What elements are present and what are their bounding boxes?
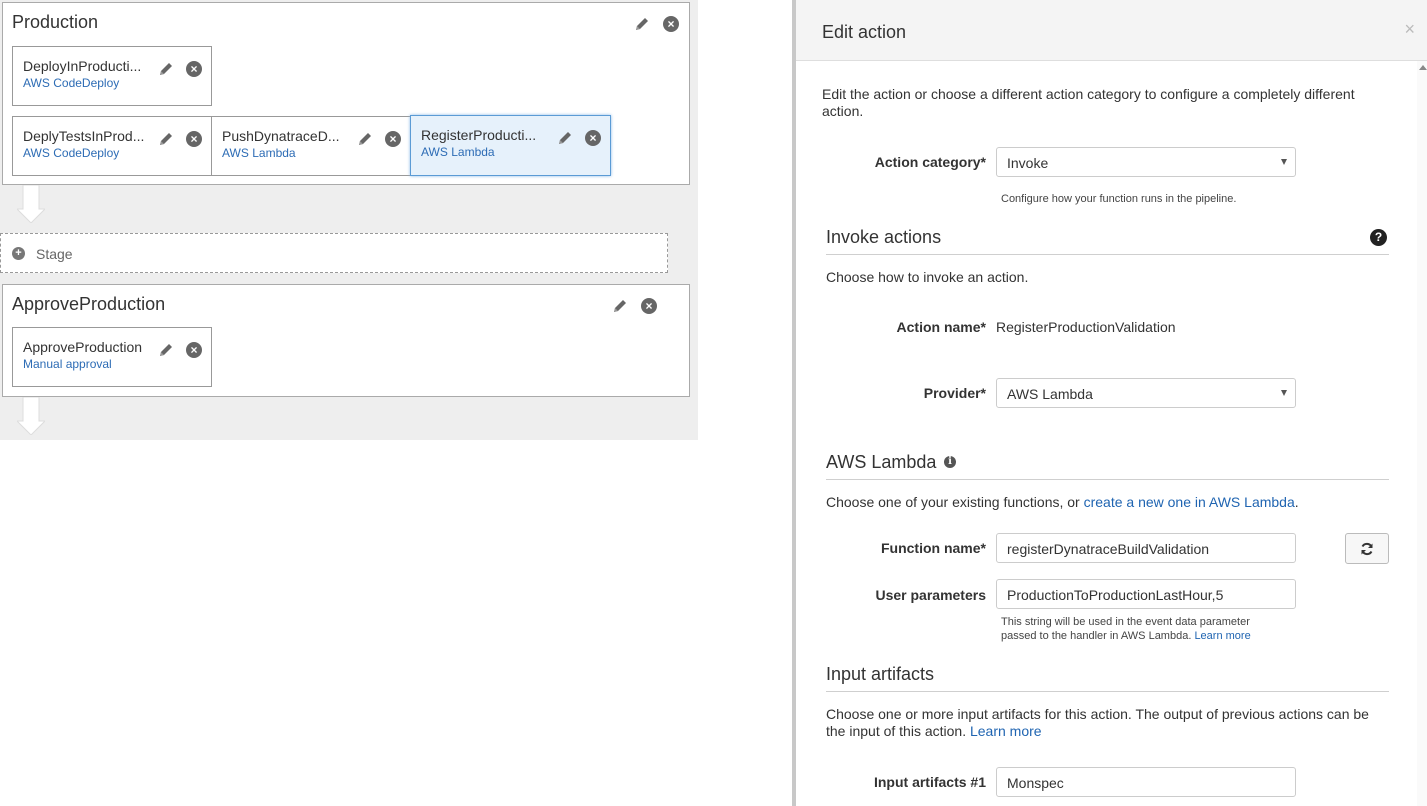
action-provider: AWS CodeDeploy	[23, 146, 120, 160]
stage-title: Production	[12, 12, 99, 32]
stage-approve-production: ApproveProduction × ApproveProduction Ma…	[2, 284, 690, 397]
section-divider	[826, 479, 1389, 480]
flow-arrow-icon	[17, 397, 45, 435]
action-name: DeplyTestsInProd...	[23, 128, 145, 144]
refresh-functions-button[interactable]	[1345, 533, 1389, 564]
edit-action-pencil-icon[interactable]	[556, 129, 574, 147]
edit-action-pencil-icon[interactable]	[356, 130, 374, 148]
action-card[interactable]: DeplyTestsInProd... AWS CodeDeploy ×	[12, 116, 212, 176]
lambda-section-title: AWS Lambda	[826, 452, 937, 472]
delete-stage-close-icon[interactable]: ×	[663, 16, 679, 32]
input-desc-line1: Choose one or more input artifacts for t…	[826, 706, 1369, 722]
delete-action-close-icon[interactable]: ×	[385, 131, 401, 147]
input-artifacts-title: Input artifacts	[826, 664, 935, 684]
create-lambda-link[interactable]: create a new one in AWS Lambda	[1084, 494, 1295, 510]
action-provider: Manual approval	[23, 357, 112, 371]
action-name-value: RegisterProductionValidation	[996, 319, 1176, 335]
plus-circle-icon: +	[12, 247, 25, 260]
delete-action-close-icon[interactable]: ×	[186, 131, 202, 147]
input-artifacts-desc: Choose one or more input artifacts for t…	[826, 706, 1391, 740]
action-name: PushDynatraceD...	[222, 128, 340, 144]
input-artifact-value: Monspec	[1007, 775, 1064, 791]
action-name: ApproveProduction	[23, 339, 143, 355]
user-params-input[interactable]: ProductionToProductionLastHour,5	[996, 579, 1296, 609]
action-card[interactable]: PushDynatraceD... AWS Lambda ×	[211, 116, 411, 176]
action-category-label: Action category*	[874, 154, 986, 170]
edit-action-pencil-icon[interactable]	[157, 60, 175, 78]
add-stage-button[interactable]: + Stage	[0, 233, 668, 273]
delete-action-close-icon[interactable]: ×	[186, 61, 202, 77]
add-stage-label: Stage	[36, 246, 73, 262]
learn-more-link[interactable]: Learn more	[970, 723, 1042, 739]
input-desc-line2: the input of this action.	[826, 723, 970, 739]
panel-scrollbar[interactable]	[1417, 61, 1427, 806]
stage-title: ApproveProduction	[12, 294, 166, 314]
action-category-help: Configure how your function runs in the …	[1001, 193, 1237, 205]
action-card[interactable]: DeployInProducti... AWS CodeDeploy ×	[12, 46, 212, 106]
edit-action-pencil-icon[interactable]	[157, 341, 175, 359]
edit-action-panel: Edit action × Edit the action or choose …	[792, 0, 1427, 806]
invoke-section-desc: Choose how to invoke an action.	[826, 269, 1029, 285]
scroll-up-arrow-icon[interactable]	[1419, 65, 1427, 70]
panel-intro: Edit the action or choose a different ac…	[822, 86, 1355, 119]
delete-action-close-icon[interactable]: ×	[585, 130, 601, 146]
panel-title: Edit action	[822, 22, 907, 42]
action-provider: AWS Lambda	[421, 145, 495, 159]
help-question-icon[interactable]: ?	[1370, 229, 1387, 246]
input-artifact-label: Input artifacts #1	[873, 774, 986, 790]
delete-action-close-icon[interactable]: ×	[186, 342, 202, 358]
action-category-value: Invoke	[1007, 155, 1049, 171]
action-card[interactable]: ApproveProduction Manual approval ×	[12, 327, 212, 387]
info-icon[interactable]: i	[944, 456, 956, 468]
section-divider	[826, 254, 1389, 255]
stage-production: Production × DeployInProducti... AWS Cod…	[2, 2, 690, 185]
action-category-select[interactable]: Invoke	[996, 147, 1296, 177]
refresh-icon	[1361, 542, 1373, 556]
lambda-desc-suffix: .	[1294, 494, 1299, 510]
function-name-input[interactable]: registerDynatraceBuildValidation	[996, 533, 1296, 563]
provider-select[interactable]: AWS Lambda	[996, 378, 1296, 408]
action-name: DeployInProducti...	[23, 58, 142, 74]
chevron-down-icon	[1281, 390, 1287, 396]
action-name-label: Action name*	[896, 319, 986, 335]
flow-arrow-icon	[17, 185, 45, 223]
provider-label: Provider*	[923, 385, 986, 401]
chevron-down-icon	[1281, 159, 1287, 165]
function-name-label: Function name*	[880, 540, 986, 556]
delete-stage-close-icon[interactable]: ×	[641, 298, 657, 314]
section-divider	[826, 691, 1389, 692]
lambda-section-desc: Choose one of your existing functions, o…	[826, 494, 1299, 511]
learn-more-link[interactable]: Learn more	[1194, 630, 1250, 642]
action-provider: AWS Lambda	[222, 146, 296, 160]
close-panel-icon[interactable]: ×	[1404, 19, 1415, 40]
user-params-label: User parameters	[875, 587, 986, 603]
edit-stage-pencil-icon[interactable]	[633, 15, 651, 33]
invoke-section-title: Invoke actions	[826, 227, 942, 247]
action-provider: AWS CodeDeploy	[23, 76, 120, 90]
panel-header: Edit action ×	[796, 0, 1427, 61]
user-params-help-line2: passed to the handler in AWS Lambda.	[1001, 630, 1195, 642]
edit-action-pencil-icon[interactable]	[157, 130, 175, 148]
edit-stage-pencil-icon[interactable]	[611, 297, 629, 315]
input-artifact-field[interactable]: Monspec	[996, 767, 1296, 797]
action-card-selected[interactable]: RegisterProducti... AWS Lambda ×	[410, 115, 611, 176]
lambda-desc-text: Choose one of your existing functions, o…	[826, 494, 1084, 510]
user-params-help-line1: This string will be used in the event da…	[1001, 616, 1250, 628]
provider-value: AWS Lambda	[1007, 386, 1093, 402]
function-name-value: registerDynatraceBuildValidation	[1007, 541, 1210, 557]
action-name: RegisterProducti...	[421, 127, 537, 143]
user-params-value: ProductionToProductionLastHour,5	[1007, 587, 1224, 603]
user-params-help: This string will be used in the event da…	[1001, 615, 1301, 643]
